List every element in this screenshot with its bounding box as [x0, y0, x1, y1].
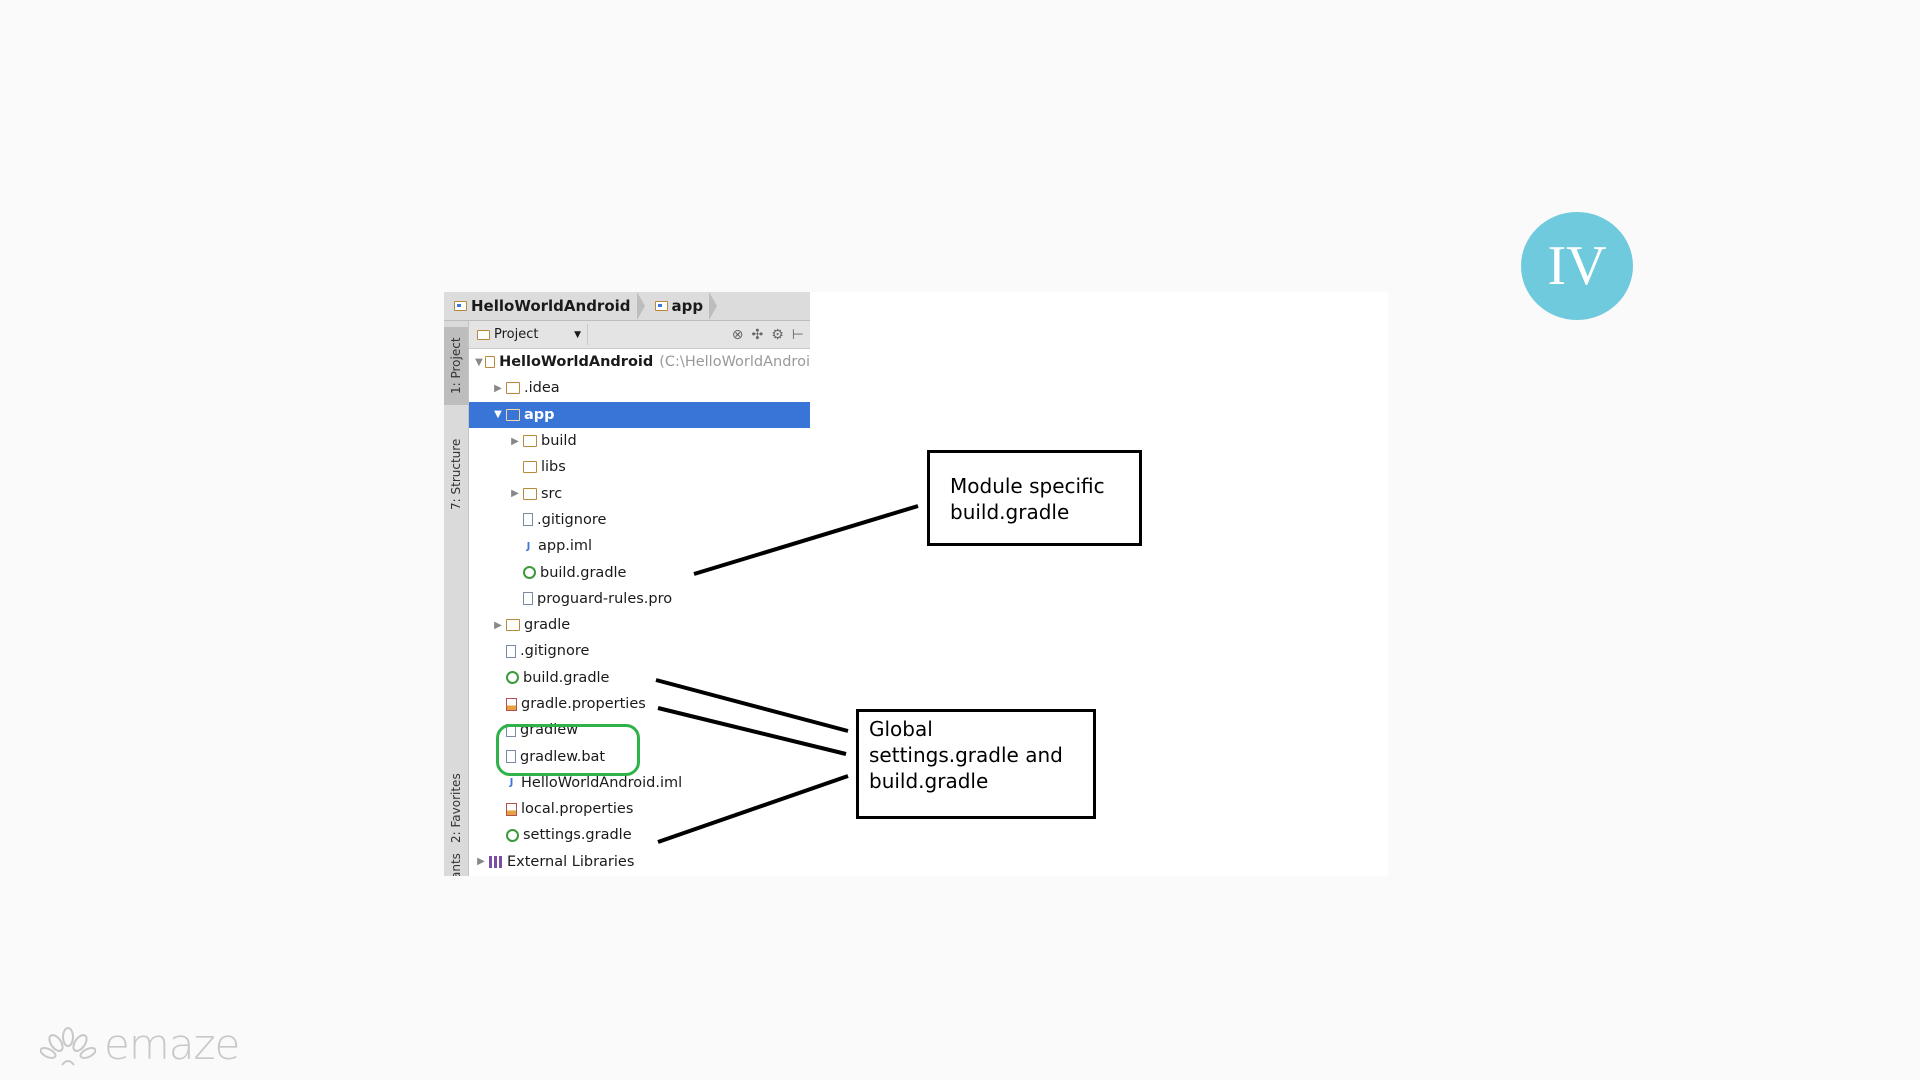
global-callout: Global settings.gradle and build.gradle — [856, 709, 1096, 819]
callout-line: build.gradle — [950, 500, 1070, 524]
module-callout: Module specific build.gradle — [927, 450, 1142, 546]
connector-line — [657, 706, 847, 756]
callout-line: Global — [869, 717, 933, 741]
connector-line — [655, 678, 849, 733]
callout-line: build.gradle — [869, 769, 989, 793]
callout-line: Module specific — [950, 474, 1105, 498]
emaze-logo: emaze — [40, 1020, 240, 1069]
connector-line — [657, 774, 849, 844]
peacock-logo-icon — [40, 1026, 96, 1066]
logo-text: emaze — [104, 1020, 240, 1069]
connector-line — [693, 504, 919, 576]
callout-line: settings.gradle and — [869, 743, 1063, 767]
figure: HelloWorldAndroid app 1: Project 7: Stru… — [444, 292, 1388, 876]
section-badge: IV — [1521, 212, 1633, 320]
